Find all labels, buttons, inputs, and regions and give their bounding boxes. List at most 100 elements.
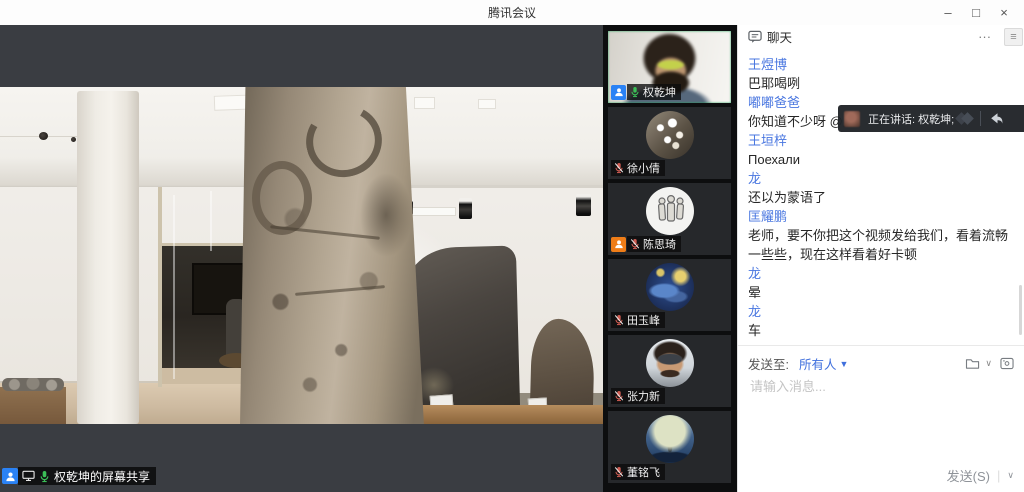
- chat-folder-icon[interactable]: [965, 357, 981, 370]
- ceiling-vent: [414, 97, 435, 109]
- message-sender[interactable]: 龙: [748, 169, 1014, 188]
- carved-stone-pillar: [240, 87, 424, 424]
- send-divider: |: [997, 468, 1000, 483]
- participant-name-bar: 权乾坤: [611, 84, 681, 100]
- screen-share-stage: 权乾坤的屏幕共享: [0, 25, 603, 492]
- compose-area: 发送至: 所有人 ▼ ∨ 发送(S) | ∨: [738, 345, 1024, 492]
- display-case: [0, 387, 66, 424]
- avatar: [646, 339, 694, 387]
- chat-message: 匡耀鹏 老师，要不你把这个视频发给我们，看着流畅一些些，现在这样看着好卡顿: [748, 207, 1014, 264]
- speaking-toast: 正在讲话: 权乾坤;: [838, 105, 1024, 132]
- participant-name-bar: 董铭飞: [611, 464, 665, 480]
- display-stones: [2, 378, 64, 391]
- ceiling-vent: [478, 99, 496, 109]
- window-title: 腾讯会议: [488, 4, 536, 21]
- folder-caret-icon[interactable]: ∨: [985, 358, 992, 369]
- participant-name: 张力新: [627, 388, 660, 404]
- spotlight: [459, 198, 472, 219]
- stone-shadow: [360, 173, 412, 257]
- screenshot-icon[interactable]: [1000, 357, 1014, 370]
- security-camera: [39, 132, 48, 140]
- avatar: [646, 187, 694, 235]
- stone-crack: [295, 285, 385, 296]
- participant-name: 权乾坤: [643, 84, 676, 100]
- glass-reflection: [210, 191, 212, 251]
- close-window-button[interactable]: ×: [990, 0, 1018, 25]
- carving-swirl: [298, 96, 390, 185]
- message-text: Поехали: [748, 150, 1014, 169]
- send-to-selector[interactable]: 所有人: [799, 354, 837, 373]
- chat-message: 王煜博 巴耶喝咧: [748, 55, 1014, 93]
- send-to-label: 发送至:: [748, 354, 789, 373]
- participant-name: 徐小倩: [627, 160, 660, 176]
- message-text: 还以为蒙语了: [748, 188, 1014, 207]
- chat-message: 龙 还以为蒙语了: [748, 169, 1014, 207]
- participant-name-bar: 徐小倩: [611, 160, 665, 176]
- avatar: [646, 415, 694, 463]
- panel-handle-icon[interactable]: ≡: [1004, 28, 1023, 46]
- participant-name-bar: 田玉峰: [611, 312, 665, 328]
- participant-name: 田玉峰: [627, 312, 660, 328]
- screen-share-icon: [22, 470, 35, 482]
- share-label-text: 权乾坤的屏幕共享: [54, 468, 150, 485]
- participant-tile[interactable]: 张力新: [608, 335, 731, 407]
- chat-scrollbar[interactable]: [1019, 285, 1022, 335]
- message-sender[interactable]: 龙: [748, 264, 1014, 283]
- white-column: [77, 91, 139, 424]
- mic-muted-icon: [630, 238, 640, 250]
- chat-more-button[interactable]: ···: [978, 30, 991, 43]
- chat-message: 龙 晕: [748, 264, 1014, 302]
- participant-name-bar: 张力新: [611, 388, 665, 404]
- chat-message: 龙 车: [748, 302, 1014, 340]
- tencent-meeting-window: 腾讯会议 – □ ×: [0, 0, 1024, 492]
- logo-watermark-icon: [960, 114, 972, 123]
- shared-screen-video: [0, 87, 603, 424]
- participant-tile[interactable]: 陈思琦: [608, 183, 731, 255]
- chat-panel-title: 聊天: [767, 27, 966, 46]
- share-source-label: 权乾坤的屏幕共享: [2, 467, 156, 485]
- mic-muted-icon: [614, 162, 624, 174]
- participant-name: 董铭飞: [627, 464, 660, 480]
- send-row: 发送(S) | ∨: [947, 466, 1014, 485]
- message-sender[interactable]: 龙: [748, 302, 1014, 321]
- avatar: [646, 111, 694, 159]
- participant-tile[interactable]: 田玉峰: [608, 259, 731, 331]
- participant-tile[interactable]: 权乾坤: [608, 31, 731, 103]
- send-button[interactable]: 发送(S): [947, 466, 990, 485]
- mic-on-icon: [630, 86, 640, 98]
- spotlight: [576, 194, 591, 216]
- message-text: 车: [748, 321, 1014, 340]
- chat-message: 王垣梓 Поехали: [748, 131, 1014, 169]
- mic-muted-icon: [614, 466, 624, 478]
- send-options-caret-icon[interactable]: ∨: [1007, 470, 1014, 481]
- minimize-button[interactable]: –: [934, 0, 962, 25]
- title-bar: 腾讯会议 – □ ×: [0, 0, 1024, 26]
- participant-tile[interactable]: 董铭飞: [608, 411, 731, 483]
- carving-ring: [252, 161, 312, 235]
- user-badge-icon: [611, 85, 626, 100]
- avatar: [646, 263, 694, 311]
- message-sender[interactable]: 匡耀鹏: [748, 207, 1014, 226]
- message-text: 晕: [748, 283, 1014, 302]
- mic-on-icon: [39, 470, 50, 483]
- chat-panel: 聊天 ··· ✕ 王煜博 巴耶喝咧 嘟嘟爸爸 你知道不少呀 @王 王垣梓 Пое…: [737, 25, 1024, 492]
- security-camera: [71, 137, 76, 142]
- message-sender[interactable]: 王煜博: [748, 55, 1014, 74]
- mic-muted-icon: [614, 390, 624, 402]
- glass-reflection: [173, 195, 175, 379]
- send-to-row: 发送至: 所有人 ▼ ∨: [738, 346, 1024, 373]
- speaking-toast-text: 正在讲话: 权乾坤;: [868, 111, 954, 127]
- message-sender[interactable]: 王垣梓: [748, 131, 1014, 150]
- send-to-caret-icon[interactable]: ▼: [840, 359, 849, 369]
- message-text: 巴耶喝咧: [748, 74, 1014, 93]
- message-text: 老师，要不你把这个视频发给我们，看着流畅一些些，现在这样看着好卡顿: [748, 226, 1014, 264]
- participant-name: 陈思琦: [643, 236, 676, 252]
- toast-collapse-arrow-icon[interactable]: [989, 112, 1004, 125]
- window-controls: – □ ×: [934, 0, 1018, 25]
- message-input[interactable]: [748, 378, 1002, 395]
- participant-tile[interactable]: 徐小倩: [608, 107, 731, 179]
- ceiling-soffit: [392, 185, 603, 188]
- participant-name-bar: 陈思琦: [611, 236, 681, 252]
- user-badge-icon: [611, 237, 626, 252]
- maximize-button[interactable]: □: [962, 0, 990, 25]
